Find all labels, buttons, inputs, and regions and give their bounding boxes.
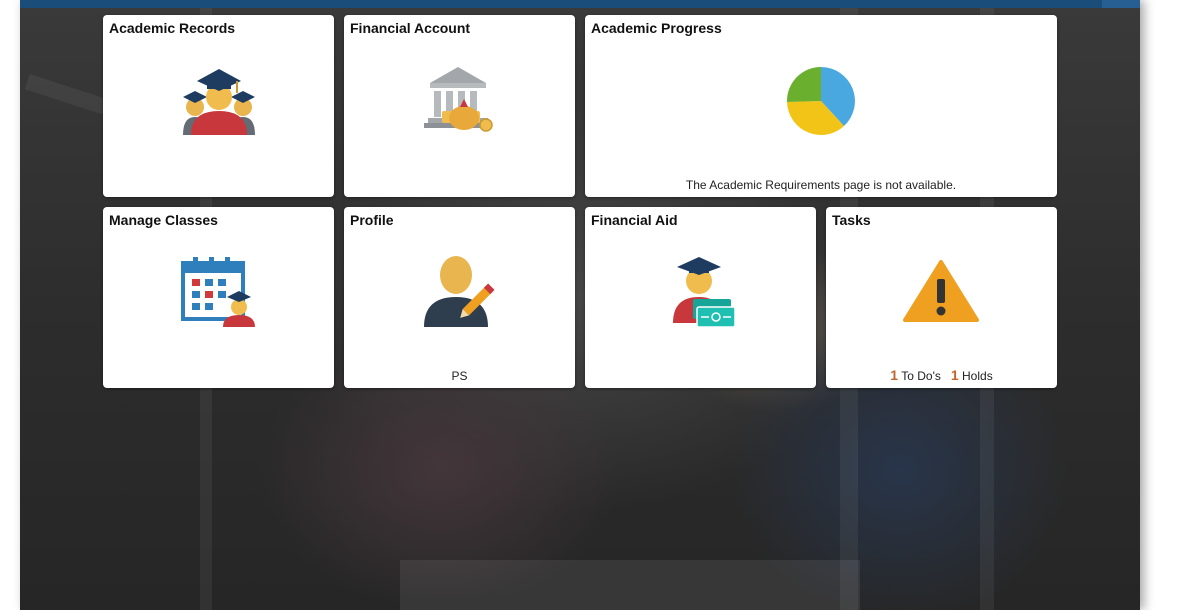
tile-title: Academic Progress xyxy=(591,20,722,36)
tile-academic-records[interactable]: Academic Records xyxy=(103,15,334,197)
holds-label: Holds xyxy=(962,369,993,383)
tile-financial-account[interactable]: Financial Account xyxy=(344,15,575,197)
tile-profile[interactable]: Profile PS xyxy=(344,207,575,388)
warning-icon xyxy=(903,259,979,328)
profile-initials: PS xyxy=(451,369,468,383)
tile-title: Profile xyxy=(350,212,394,228)
pie-chart-icon xyxy=(785,65,857,142)
header-bar xyxy=(20,0,1140,8)
tasks-summary: 1 To Do's 1 Holds xyxy=(826,367,1057,383)
tile-title: Manage Classes xyxy=(109,212,218,228)
holds-count: 1 xyxy=(950,367,959,383)
tile-title: Financial Account xyxy=(350,20,471,36)
user-edit-icon xyxy=(422,253,498,334)
bank-money-icon xyxy=(424,63,496,140)
tile-manage-classes[interactable]: Manage Classes xyxy=(103,207,334,388)
calendar-student-icon xyxy=(181,255,257,332)
header-action-icon[interactable] xyxy=(1102,0,1140,8)
tile-title: Tasks xyxy=(832,212,871,228)
students-graduation-icon xyxy=(181,63,257,140)
todo-count: 1 xyxy=(890,367,899,383)
tile-title: Financial Aid xyxy=(591,212,678,228)
todo-label: To Do's xyxy=(901,369,941,383)
tile-title: Academic Records xyxy=(109,20,236,36)
tile-financial-aid[interactable]: Financial Aid xyxy=(585,207,816,388)
academic-progress-message: The Academic Requirements page is not av… xyxy=(685,178,957,192)
graduate-money-icon xyxy=(665,253,737,334)
tile-tasks[interactable]: Tasks 1 To Do's 1 Holds xyxy=(826,207,1057,388)
tile-academic-progress[interactable]: Academic Progress The Academic Requireme… xyxy=(585,15,1057,197)
